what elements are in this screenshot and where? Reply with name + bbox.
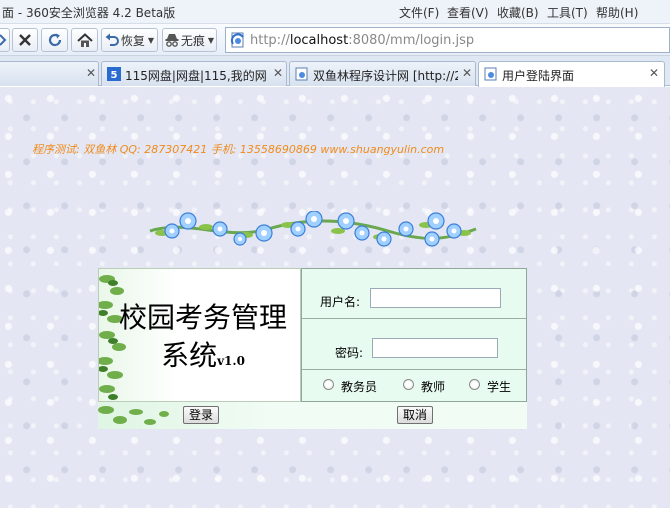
url-text[interactable]: http://localhost:8080/mm/login.jsp (250, 33, 474, 48)
button-row: 登录 取消 (98, 402, 527, 429)
tab-1[interactable]: ✕ (0, 61, 99, 86)
refresh-button[interactable] (41, 28, 68, 52)
tab-4-active[interactable]: 用户登陆界面 ✕ (478, 61, 665, 87)
username-label: 用户名: (320, 295, 361, 309)
system-title-line1: 校园考务管理 (118, 301, 287, 334)
login-form: 用户名: 密码: 教务员 教师 学生 (301, 268, 527, 402)
menu-view[interactable]: 查看(V) (447, 4, 489, 21)
url-prefix: http:// (250, 33, 290, 48)
menu-help[interactable]: 帮助(H) (596, 4, 638, 21)
system-brand: 校园考务管理 系统v1.0 (98, 268, 301, 402)
menu-tools[interactable]: 工具(T) (547, 4, 588, 21)
no-trace-label: 无痕 (180, 33, 205, 48)
close-icon[interactable]: ✕ (86, 66, 96, 80)
role-radio-student[interactable] (469, 379, 480, 390)
navigation-toolbar: 恢复 ▼ 无痕 ▼ http://localhost:8080/mm/login… (0, 24, 670, 56)
close-icon[interactable]: ✕ (462, 66, 472, 80)
tab-label: 115网盘|网盘|115,我的网盘|... (125, 69, 267, 83)
role-label-admin: 教务员 (341, 380, 378, 394)
globe-page-icon (295, 67, 308, 81)
tab-bar: ✕ 5 115网盘|网盘|115,我的网盘|... ✕ 双鱼林程序设计网 [ht… (0, 56, 670, 87)
undo-arrow-icon (105, 33, 119, 46)
forward-button[interactable] (0, 28, 10, 52)
role-label-teacher: 教师 (421, 380, 446, 394)
address-bar[interactable]: http://localhost:8080/mm/login.jsp (225, 27, 670, 53)
page-icon (230, 32, 246, 51)
window-title: 面 - 360安全浏览器 4.2 Beta版 (2, 6, 176, 20)
role-radio-admin[interactable] (323, 379, 334, 390)
title-bar: 面 - 360安全浏览器 4.2 Beta版 文件(F) 查看(V) 收藏(B)… (0, 0, 670, 24)
url-host: localhost (289, 33, 349, 48)
version-label: v1.0 (217, 354, 245, 368)
system-title: 校园考务管理 系统v1.0 (105, 299, 300, 380)
url-path: :8080/mm/login.jsp (348, 33, 475, 48)
flower-garland (149, 211, 477, 247)
no-trace-button[interactable]: 无痕 ▼ (162, 28, 217, 52)
tab-3[interactable]: 双鱼林程序设计网 [http://28... ✕ (289, 61, 476, 86)
svg-text:5: 5 (111, 70, 118, 81)
home-button[interactable] (71, 28, 98, 52)
tab-label: 用户登陆界面 (502, 69, 575, 83)
tab-2[interactable]: 5 115网盘|网盘|115,我的网盘|... ✕ (101, 61, 287, 86)
system-title-line2: 系统v1.0 (105, 337, 300, 380)
forward-arrow-icon (0, 34, 7, 46)
username-input[interactable] (370, 288, 501, 308)
chevron-down-icon: ▼ (147, 35, 155, 45)
close-x-icon (19, 34, 31, 46)
leaf-decoration (98, 406, 169, 425)
chevron-down-icon: ▼ (207, 35, 215, 45)
restore-button[interactable]: 恢复 ▼ (101, 28, 158, 52)
menu-file[interactable]: 文件(F) (399, 4, 439, 21)
cancel-button[interactable]: 取消 (397, 406, 434, 424)
password-row: 密码: (302, 319, 526, 370)
author-credit: 程序测试: 双鱼林 QQ: 287307421 手机: 13558690869 … (32, 143, 445, 156)
password-label: 密码: (335, 346, 364, 360)
role-label-student: 学生 (487, 380, 512, 394)
restore-label: 恢复 (120, 33, 145, 48)
site-115-icon: 5 (107, 67, 121, 81)
stop-button[interactable] (12, 28, 38, 52)
refresh-icon (48, 33, 61, 47)
username-row: 用户名: (302, 269, 526, 319)
close-icon[interactable]: ✕ (273, 66, 283, 80)
tab-label: 双鱼林程序设计网 [http://28... (313, 69, 458, 83)
role-radio-teacher[interactable] (403, 379, 414, 390)
login-button[interactable]: 登录 (183, 406, 220, 424)
system-title-line2-text: 系统 (161, 339, 218, 372)
home-icon (76, 32, 93, 47)
login-panel: 校园考务管理 系统v1.0 用户名: 密码: 教务员 教师 学生 登录 取消 (98, 268, 527, 429)
role-row: 教务员 教师 学生 (302, 370, 526, 401)
menu-favorites[interactable]: 收藏(B) (497, 4, 539, 21)
password-input[interactable] (372, 338, 498, 358)
close-icon[interactable]: ✕ (649, 66, 659, 80)
globe-page-icon (484, 67, 497, 81)
page-content: 程序测试: 双鱼林 QQ: 287307421 手机: 13558690869 … (0, 87, 670, 508)
incognito-icon (165, 34, 179, 47)
